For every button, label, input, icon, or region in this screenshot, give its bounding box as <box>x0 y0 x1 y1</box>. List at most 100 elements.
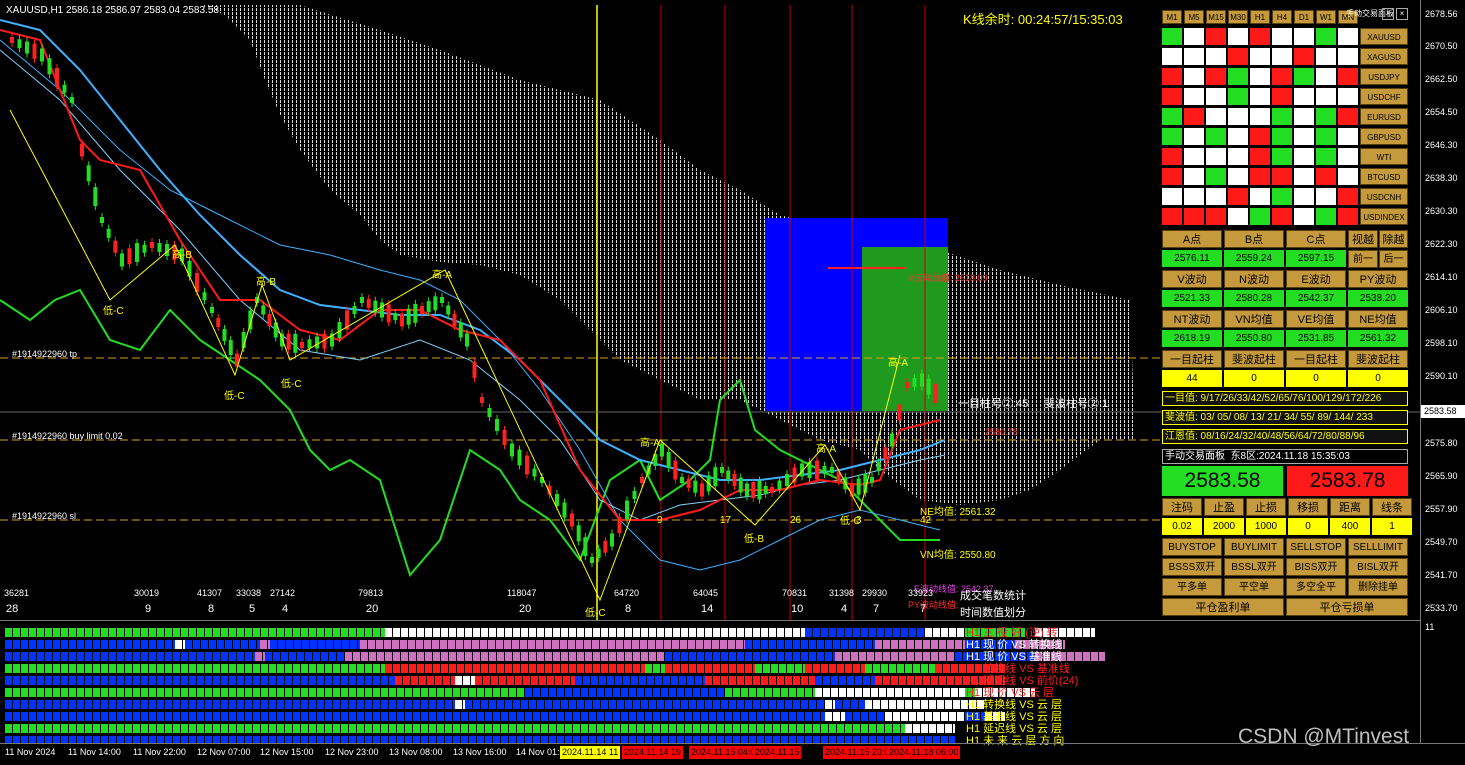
order-param-label[interactable]: 距离 <box>1330 498 1370 516</box>
order-param-label[interactable]: 注码 <box>1162 498 1202 516</box>
action-button[interactable]: BSSL双开 <box>1224 558 1284 576</box>
volume-value: 79813 <box>358 588 384 598</box>
average-label-button[interactable]: NT波动 <box>1162 310 1222 328</box>
order-param-input[interactable]: 400 <box>1330 518 1370 535</box>
wave-label-button[interactable]: PY波动 <box>1348 270 1408 288</box>
red-mid-label: 2580.78 <box>985 427 1018 437</box>
timeframe-button-w1[interactable]: W1 <box>1316 10 1336 24</box>
signal-cell <box>1206 168 1226 185</box>
time-label: 13 Nov 08:00 <box>389 747 443 757</box>
timeframe-button-d1[interactable]: D1 <box>1294 10 1314 24</box>
point-label-button[interactable]: C点 <box>1286 230 1346 248</box>
timeframe-button-h4[interactable]: H4 <box>1272 10 1292 24</box>
order-param-input[interactable]: 0.02 <box>1162 518 1202 535</box>
action-button[interactable]: BSSS双开 <box>1162 558 1222 576</box>
lower-axis-tick: 11 <box>1425 622 1435 632</box>
wave-label-button[interactable]: E波动 <box>1286 270 1346 288</box>
timeframe-button-m15[interactable]: M15 <box>1206 10 1226 24</box>
wave-value: 2542.37 <box>1286 290 1346 307</box>
price-tick: 2557.90 <box>1425 504 1458 514</box>
order-param-input[interactable]: 2000 <box>1204 518 1244 535</box>
action-button[interactable]: 平空单 <box>1224 578 1284 596</box>
action-button[interactable]: 删除挂单 <box>1348 578 1408 596</box>
volume-value: 27142 <box>270 588 296 598</box>
signal-cell <box>1250 128 1270 145</box>
action-button[interactable]: SELLLIMIT <box>1348 538 1408 556</box>
signal-cell <box>1250 208 1270 225</box>
order-param-label[interactable]: 移损 <box>1288 498 1328 516</box>
close-button[interactable]: × <box>1396 8 1408 20</box>
close-position-button[interactable]: 平仓亏损单 <box>1286 598 1408 616</box>
prev-button[interactable]: 前一 <box>1348 250 1378 268</box>
timeframe-button-m1[interactable]: M1 <box>1162 10 1182 24</box>
start-bar-button[interactable]: 斐波起柱 <box>1348 350 1408 368</box>
volume-value: 70831 <box>782 588 808 598</box>
timeframe-button-m5[interactable]: M5 <box>1184 10 1204 24</box>
signal-cell <box>1294 88 1314 105</box>
order-param-label[interactable]: 止盈 <box>1204 498 1244 516</box>
bid-price-button[interactable]: 2583.58 <box>1162 466 1283 496</box>
signal-cell <box>1338 28 1358 45</box>
point-label-button[interactable]: 除越 <box>1379 230 1408 248</box>
point-label-button[interactable]: 视越 <box>1348 230 1378 248</box>
minimize-button[interactable]: - <box>1382 8 1394 20</box>
order-param-label[interactable]: 止损 <box>1246 498 1286 516</box>
signal-cell <box>1228 68 1248 85</box>
symbol-button[interactable]: EURUSD <box>1360 108 1408 125</box>
action-button[interactable]: BISS双开 <box>1286 558 1346 576</box>
symbol-button[interactable]: USDCHF <box>1360 88 1408 105</box>
signal-cell <box>1272 128 1292 145</box>
average-label-button[interactable]: VE均值 <box>1286 310 1346 328</box>
action-button[interactable]: 平多单 <box>1162 578 1222 596</box>
signal-cell <box>1162 88 1182 105</box>
count-value: 5 <box>249 603 256 615</box>
average-label-button[interactable]: VN均值 <box>1224 310 1284 328</box>
symbol-button[interactable]: USDJPY <box>1360 68 1408 85</box>
signal-cell <box>1316 128 1336 145</box>
start-bar-button[interactable]: 斐波起柱 <box>1224 350 1284 368</box>
signal-cell <box>1228 188 1248 205</box>
close-position-button[interactable]: 平仓盈利单 <box>1162 598 1284 616</box>
point-label-button[interactable]: B点 <box>1224 230 1284 248</box>
order-param-input[interactable]: 1000 <box>1246 518 1286 535</box>
order-param-label[interactable]: 线条 <box>1372 498 1412 516</box>
symbol-button[interactable]: GBPUSD <box>1360 128 1408 145</box>
action-button[interactable]: BUYSTOP <box>1162 538 1222 556</box>
symbol-button[interactable]: XAGUSD <box>1360 48 1408 65</box>
ask-price-button[interactable]: 2583.78 <box>1287 466 1408 496</box>
wave-value: 2538.20 <box>1348 290 1408 307</box>
action-button[interactable]: SELLSTOP <box>1286 538 1346 556</box>
average-label-button[interactable]: NE均值 <box>1348 310 1408 328</box>
start-bar-value: 0 <box>1224 370 1284 387</box>
action-button[interactable]: BUYLIMIT <box>1224 538 1284 556</box>
signal-cell <box>1272 208 1292 225</box>
count-value: 14 <box>701 603 714 615</box>
symbol-button[interactable]: USDCNH <box>1360 188 1408 205</box>
signal-cell <box>1228 168 1248 185</box>
timeframe-row: M1 M5 M15 M30 H1 H4 D1 W1 MN <box>1162 10 1358 24</box>
symbol-button[interactable]: WTI <box>1360 148 1408 165</box>
symbol-button[interactable]: XAUUSD <box>1360 28 1408 45</box>
symbol-button[interactable]: BTCUSD <box>1360 168 1408 185</box>
timeframe-button-h1[interactable]: H1 <box>1250 10 1270 24</box>
order-param-input[interactable]: 0 <box>1288 518 1328 535</box>
next-button[interactable]: 后一 <box>1379 250 1408 268</box>
price-axis[interactable]: 2583.58 2678.56 2670.50 2662.50 2654.50 2646… <box>1420 0 1465 620</box>
wave-label-button[interactable]: V波动 <box>1162 270 1222 288</box>
action-button[interactable]: 多空全平 <box>1286 578 1346 596</box>
signal-cell <box>1250 168 1270 185</box>
signal-cell <box>1316 88 1336 105</box>
order-param-input[interactable]: 1 <box>1372 518 1412 535</box>
period-badge: 2024.11.14 11 <box>560 746 621 759</box>
action-button[interactable]: BISL双开 <box>1348 558 1408 576</box>
start-bar-button[interactable]: 一目起柱 <box>1162 350 1222 368</box>
wave-label-button[interactable]: N波动 <box>1224 270 1284 288</box>
symbol-button[interactable]: USDINDEX <box>1360 208 1408 225</box>
timeframe-button-m30[interactable]: M30 <box>1228 10 1248 24</box>
signal-cell <box>1162 168 1182 185</box>
signal-cell <box>1272 88 1292 105</box>
time-label: 12 Nov 07:00 <box>197 747 251 757</box>
start-bar-button[interactable]: 一目起柱 <box>1286 350 1346 368</box>
point-value: 2597.15 <box>1286 250 1346 267</box>
point-label-button[interactable]: A点 <box>1162 230 1222 248</box>
